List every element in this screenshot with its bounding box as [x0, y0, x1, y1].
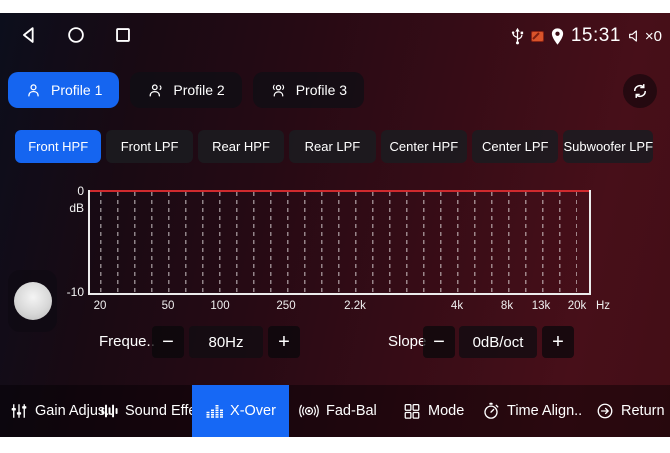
filter-label: Front LPF [121, 139, 179, 154]
status-icons: 15:31 ×0 [510, 21, 662, 51]
x-tick: 4k [451, 300, 463, 312]
x-tick: 20k [568, 300, 587, 312]
tab-profile-2[interactable]: Profile 2 [130, 72, 241, 108]
recents-button[interactable] [110, 22, 136, 48]
response-curve [90, 190, 589, 192]
clock: 15:31 [571, 25, 621, 47]
x-tick: 100 [210, 300, 229, 312]
tab-profile-1[interactable]: Profile 1 [8, 72, 119, 108]
nav-xover[interactable]: X-Over [192, 385, 289, 437]
filter-label: Front HPF [28, 139, 88, 154]
profile-label: Profile 2 [173, 82, 224, 98]
person-icon [25, 82, 42, 99]
tab-front-lpf[interactable]: Front LPF [106, 130, 192, 163]
mode-icon [403, 402, 421, 420]
x-tick: 8k [501, 300, 513, 312]
usb-icon [510, 26, 525, 46]
tab-profile-3[interactable]: Profile 3 [253, 72, 364, 108]
volume-status: ×0 [627, 28, 662, 45]
profile-label: Profile 1 [51, 82, 102, 98]
slope-plus-button[interactable]: + [542, 326, 574, 358]
sd-card-icon [531, 31, 544, 42]
filter-label: Rear LPF [305, 139, 361, 154]
y-axis-tick-min10: -10 [54, 285, 84, 299]
person-3-icon [270, 82, 287, 99]
nav-label: Fad-Bal [326, 403, 377, 419]
slope-label: Slope [388, 326, 426, 358]
frequency-plus-button[interactable]: + [268, 326, 300, 358]
nav-label: X-Over [230, 403, 276, 419]
y-axis-tick-0: 0 [60, 184, 84, 198]
gain-adjust-icon [10, 402, 28, 420]
slope-value: 0dB/oct [459, 326, 537, 358]
profile-tabs: Profile 1 Profile 2 Profile 3 [8, 72, 364, 108]
back-button[interactable] [16, 22, 42, 48]
frequency-label: Freque.. [99, 326, 155, 358]
nav-label: Time Align.. [507, 403, 582, 419]
nav-label: Mode [428, 403, 464, 419]
time-align-icon [482, 402, 500, 420]
head-unit-screen: 15:31 ×0 Profile 1 Profile 2 Profile 3 [0, 13, 670, 437]
nav-label: Return [621, 403, 665, 419]
person-2-icon [147, 82, 164, 99]
frequency-minus-button[interactable]: − [152, 326, 184, 358]
crossover-plot [88, 190, 591, 295]
fad-bal-icon [299, 402, 319, 420]
nav-sound-effects[interactable]: Sound Effe.. [100, 385, 205, 437]
frequency-value: 80Hz [189, 326, 263, 358]
filter-label: Subwoofer LPF [563, 139, 653, 154]
volume-level: ×0 [645, 28, 662, 45]
nav-fad-bal[interactable]: Fad-Bal [299, 385, 377, 437]
x-axis-ticks: 20 50 100 250 2.2k 4k 8k 13k 20k Hz [0, 300, 670, 314]
crossover-filter-tabs: Front HPF Front LPF Rear HPF Rear LPF Ce… [15, 130, 653, 163]
knob-container [8, 270, 57, 332]
tab-center-hpf[interactable]: Center HPF [381, 130, 467, 163]
tab-center-lpf[interactable]: Center LPF [472, 130, 558, 163]
x-tick: 2.2k [344, 300, 366, 312]
tab-rear-hpf[interactable]: Rear HPF [198, 130, 284, 163]
location-icon [550, 27, 565, 46]
y-axis-label: dB [56, 201, 84, 215]
nav-time-align[interactable]: Time Align.. [482, 385, 582, 437]
volume-muted-icon [627, 28, 643, 44]
x-tick: 250 [276, 300, 295, 312]
x-tick: 13k [532, 300, 551, 312]
x-tick: 50 [162, 300, 175, 312]
slope-minus-button[interactable]: − [423, 326, 455, 358]
refresh-icon [631, 82, 649, 100]
frequency-gridlines [100, 192, 577, 292]
sound-effects-icon [100, 402, 118, 420]
x-axis-unit: Hz [596, 300, 610, 312]
home-button[interactable] [63, 22, 89, 48]
xover-icon [205, 402, 223, 420]
filter-label: Center HPF [390, 139, 459, 154]
bottom-nav-bar: Gain Adjus.. Sound Effe.. [0, 385, 670, 437]
filter-label: Center LPF [482, 139, 548, 154]
nav-return[interactable]: Return [596, 385, 665, 437]
tab-subwoofer-lpf[interactable]: Subwoofer LPF [563, 130, 653, 163]
x-tick: 20 [94, 300, 107, 312]
return-icon [596, 402, 614, 420]
profile-label: Profile 3 [296, 82, 347, 98]
filter-label: Rear HPF [212, 139, 270, 154]
tab-rear-lpf[interactable]: Rear LPF [289, 130, 375, 163]
tab-front-hpf[interactable]: Front HPF [15, 130, 101, 163]
nav-gain-adjust[interactable]: Gain Adjus.. [10, 385, 113, 437]
reset-button[interactable] [623, 74, 657, 108]
nav-mode[interactable]: Mode [403, 385, 464, 437]
rotary-knob[interactable] [14, 282, 52, 320]
android-nav-keys [16, 22, 136, 48]
